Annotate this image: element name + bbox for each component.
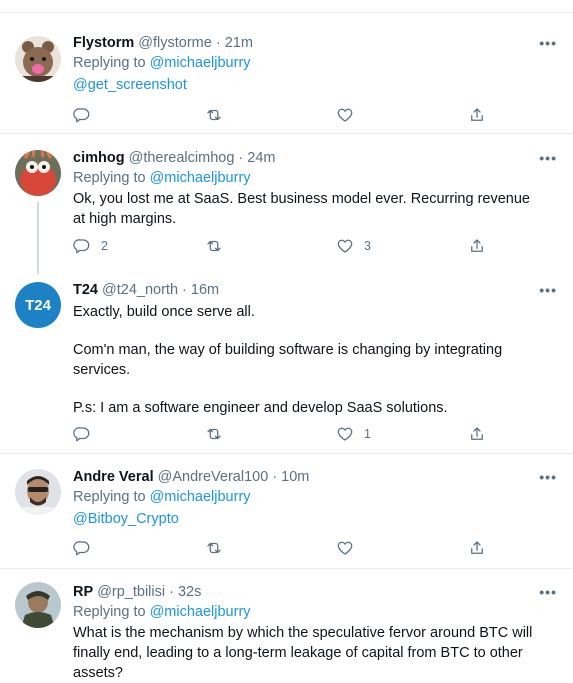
mention-link[interactable]: @get_screenshot [73,77,187,93]
share-icon [471,541,483,554]
more-options-icon[interactable]: ••• [539,150,557,166]
share-icon [471,108,483,121]
timestamp[interactable]: 24m [247,150,275,166]
mention-link[interactable]: @michaeljburry [150,489,251,505]
replying-label: Replying to [73,170,146,186]
reply-button[interactable]: 2 [73,237,108,255]
reply-button[interactable] [73,106,91,124]
reply-button[interactable] [73,539,91,557]
retweet-icon [207,542,221,554]
mention-link[interactable]: @michaeljburry [150,604,251,620]
timestamp[interactable]: 32s [178,584,201,600]
more-options-icon[interactable]: ••• [539,469,557,485]
like-button[interactable]: 3 [336,237,371,255]
display-name[interactable]: cimhog [73,150,125,166]
tweet-divider [0,453,573,454]
tweet-header: cimhog @therealcimhog · 24m [73,148,543,168]
timestamp[interactable]: 16m [191,282,219,298]
handle[interactable]: @AndreVeral100 [158,469,269,485]
reply-icon [73,427,90,442]
tweet-paragraph: P.s: I am a software engineer and develo… [73,400,448,416]
display-name[interactable]: RP [73,584,93,600]
more-options-icon[interactable]: ••• [539,282,557,298]
avatar-logo-text: T24 [25,296,51,314]
dot-separator: · [178,282,191,298]
reply-icon [73,541,90,556]
avatar[interactable] [15,150,61,196]
handle[interactable]: @rp_tbilisi [97,584,165,600]
dot-separator: · [165,584,178,600]
display-name[interactable]: Andre Veral [73,469,154,485]
replying-to: Replying to @michaeljburry [73,602,543,623]
share-button[interactable] [468,237,486,255]
handle[interactable]: @therealcimhog [129,150,235,166]
tweet-header: Andre Veral @AndreVeral100 · 10m [73,467,543,487]
tweet-text: Exactly, build once serve all. Com'n man… [73,302,543,418]
replying-label: Replying to [73,55,146,71]
like-button[interactable] [336,539,354,557]
tweet-paragraph: Com'n man, the way of building software … [73,342,503,378]
retweet-button[interactable] [205,237,223,255]
replying-to: Replying to @michaeljburry [73,487,543,508]
retweet-button[interactable] [205,106,223,124]
dot-separator: · [211,35,225,51]
avatar[interactable] [15,469,61,515]
mention-link[interactable]: @michaeljburry [150,55,251,71]
like-button[interactable] [336,106,354,124]
like-count: 1 [364,427,371,441]
share-button[interactable] [468,106,486,124]
retweet-icon [207,109,221,121]
tweet-header: RP @rp_tbilisi · 32s [73,582,543,602]
reply-button[interactable] [73,425,91,443]
heart-icon [337,427,353,441]
heart-icon [337,239,353,253]
replying-to: Replying to @michaeljburry [73,168,543,189]
display-name[interactable]: Flystorm [73,35,134,51]
share-button[interactable] [468,425,486,443]
more-options-icon[interactable]: ••• [539,35,557,51]
tweet-divider [0,133,573,134]
timestamp[interactable]: 21m [225,35,253,51]
tweet-paragraph: Ok, you lost me at SaaS. Best business m… [73,191,530,227]
tweet-paragraph: Exactly, build once serve all. [73,304,255,320]
replying-label: Replying to [73,604,146,620]
reply-icon [73,239,90,254]
like-button[interactable]: 1 [336,425,371,443]
mention-link[interactable]: @Bitboy_Crypto [73,511,179,527]
dot-separator: · [268,469,282,485]
tweet-text: What is the mechanism by which the specu… [73,623,543,683]
retweet-button[interactable] [205,425,223,443]
tweet-text: Ok, you lost me at SaaS. Best business m… [73,189,543,229]
avatar[interactable] [15,36,61,82]
more-options-icon[interactable]: ••• [539,584,557,600]
avatar[interactable] [15,582,61,628]
tweet-header: Flystorm @flystorme · 21m [73,33,543,53]
share-icon [471,239,483,252]
heart-icon [337,541,353,555]
tweet-paragraph: What is the mechanism by which the specu… [73,625,533,681]
mention-link[interactable]: @michaeljburry [150,170,251,186]
reply-count: 2 [101,239,108,253]
share-button[interactable] [468,539,486,557]
retweet-icon [207,240,221,252]
handle[interactable]: @t24_north [102,282,178,298]
top-divider [0,12,573,13]
tweet-divider [0,568,573,569]
timestamp[interactable]: 10m [281,469,309,485]
handle[interactable]: @flystorme [138,35,212,51]
share-icon [471,427,483,440]
retweet-icon [207,428,221,440]
avatar[interactable]: T24 [15,282,61,328]
retweet-button[interactable] [205,539,223,557]
dot-separator: · [234,150,248,166]
tweet-header: T24 @t24_north · 16m [73,280,543,300]
replying-label: Replying to [73,489,146,505]
reply-icon [73,108,90,123]
heart-icon [337,108,353,122]
replying-to: Replying to @michaeljburry [73,53,543,74]
like-count: 3 [364,239,371,253]
display-name[interactable]: T24 [73,282,98,298]
